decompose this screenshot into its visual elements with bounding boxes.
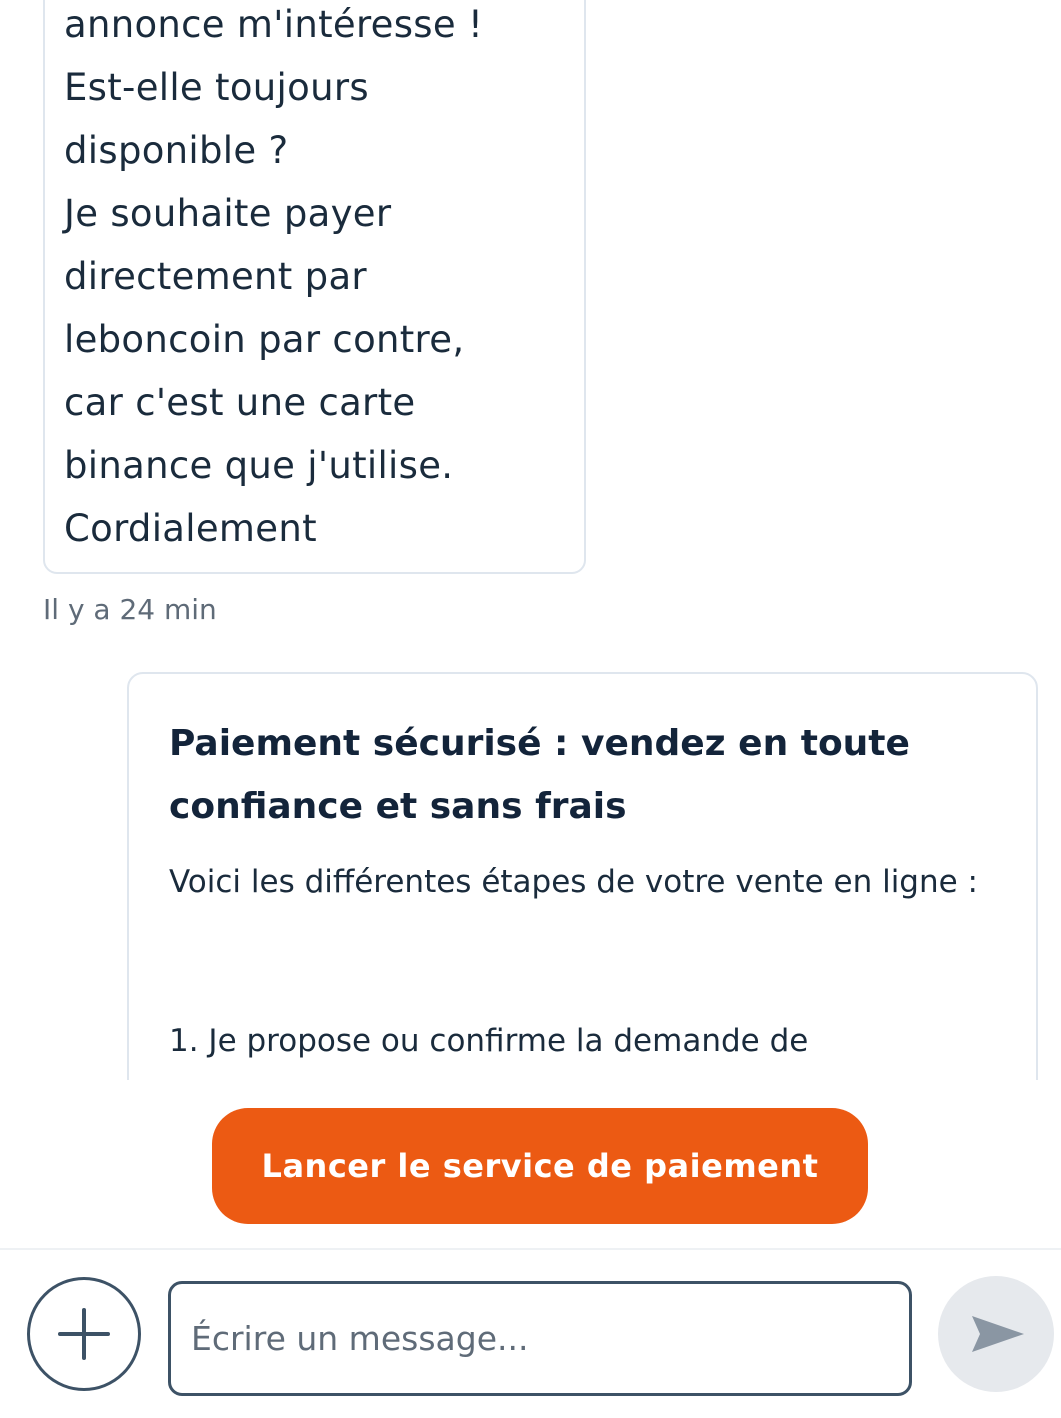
incoming-message-text: annonce m'intéresse ! Est-elle toujours … [64, 0, 483, 560]
secure-payment-title: Paiement sécurisé : vendez en toute conf… [169, 723, 910, 827]
secure-payment-step-1: 1. Je propose ou confirme la demande de [169, 1023, 809, 1059]
chat-screen: annonce m'intéresse ! Est-elle toujours … [0, 0, 1061, 1418]
message-line: disponible ? [64, 129, 289, 172]
message-line: binance que j'utilise. [64, 444, 454, 487]
message-line: annonce m'intéresse ! [64, 3, 484, 46]
message-line: Est-elle toujours [64, 66, 369, 109]
message-input[interactable] [168, 1281, 912, 1396]
message-line: Je souhaite payer [64, 192, 392, 235]
message-timestamp: Il y a 24 min [43, 593, 217, 626]
message-line: car c'est une carte [64, 381, 416, 424]
message-line: directement par [64, 255, 367, 298]
add-attachment-button[interactable] [27, 1277, 141, 1391]
plus-icon [58, 1308, 110, 1360]
message-line: leboncoin par contre, [64, 318, 465, 361]
send-icon [972, 1316, 1024, 1352]
send-button[interactable] [938, 1276, 1054, 1392]
message-line: Cordialement [64, 507, 317, 550]
secure-payment-intro: Voici les différentes étapes de votre ve… [169, 864, 978, 900]
launch-payment-button[interactable]: Lancer le service de paiement [212, 1108, 868, 1224]
